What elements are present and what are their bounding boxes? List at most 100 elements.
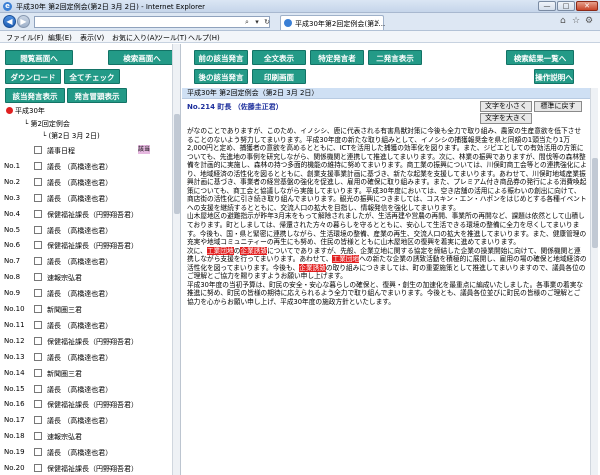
document-scrollbar[interactable] xyxy=(590,88,598,475)
manual-button[interactable]: 操作説明へ xyxy=(534,69,574,84)
speaker-name-link[interactable]: 議長 （高橋達也君） xyxy=(47,416,112,426)
speech-list-item[interactable]: No.9 議長 （高橋達也君） xyxy=(0,287,180,299)
speech-list-item[interactable]: No.3 議長 （高橋達也君） xyxy=(0,192,180,204)
speaker-name-link[interactable]: 保健福祉課長（円野翔吾君） xyxy=(47,400,138,410)
left-scroll-thumb[interactable] xyxy=(174,114,180,214)
speech-list-item[interactable]: No.17 議長 （高橋達也君） xyxy=(0,414,180,426)
speech-checkbox[interactable] xyxy=(34,384,42,393)
search-screen-button[interactable]: 検索画面へ xyxy=(108,50,176,65)
menu-help[interactable]: ヘルプ(H) xyxy=(188,33,220,43)
document-scroll-thumb[interactable] xyxy=(592,158,598,248)
text-standard-button[interactable]: 標準に戻す xyxy=(534,101,582,112)
speech-list-item[interactable]: No.11 議長 （高橋達也君） xyxy=(0,319,180,331)
minimize-button[interactable]: — xyxy=(538,1,556,11)
speaker-name-link[interactable]: 議長 （高橋達也君） xyxy=(47,178,112,188)
browser-tab[interactable]: 平成30年第2回定例会(第2... × xyxy=(280,15,385,30)
speech-list-item[interactable]: No.8 速報宗弘君 xyxy=(0,271,180,283)
print-screen-button[interactable]: 印刷画面 xyxy=(252,69,306,84)
search-results-list-button[interactable]: 検索結果一覧へ xyxy=(506,50,574,65)
speaker-name-link[interactable]: 新聞圏三君 xyxy=(47,305,82,315)
left-scrollbar[interactable] xyxy=(172,44,180,475)
menu-tools[interactable]: ツール(T) xyxy=(156,33,187,43)
text-smaller-button[interactable]: 文字を小さく xyxy=(480,101,532,112)
speech-checkbox[interactable] xyxy=(34,161,42,170)
tree-day-node[interactable]: └ (第2日 3月 2日) xyxy=(42,131,100,141)
speech-list-item[interactable]: No.19 議長 （高橋達也君） xyxy=(0,446,180,458)
tree-year-node[interactable]: 平成30年 xyxy=(6,106,45,116)
forward-button[interactable]: ▶ xyxy=(17,15,30,28)
show-speech-head-button[interactable]: 発言冒頭表示 xyxy=(67,88,127,103)
speaker-name-link[interactable]: 保健福祉課長（円野翔吾君） xyxy=(47,464,138,474)
favorites-star-icon[interactable]: ☆ xyxy=(572,16,580,26)
search-icon[interactable]: ⌕ xyxy=(242,17,252,27)
speaker-name-link[interactable]: 議長 （高橋達也君） xyxy=(47,257,112,267)
speech-checkbox[interactable] xyxy=(34,464,42,472)
speaker-name-link[interactable]: 議長 （高橋達也君） xyxy=(47,226,112,236)
speech-list-item[interactable]: No.2 議長 （高橋達也君） xyxy=(0,176,180,188)
speaker-name-link[interactable]: 議長 （高橋達也君） xyxy=(47,353,112,363)
speaker-name-link[interactable]: 保健福祉課長（円野翔吾君） xyxy=(47,210,138,220)
maximize-button[interactable]: □ xyxy=(557,1,575,11)
speech-checkbox[interactable] xyxy=(34,305,42,313)
speaker-name-link[interactable]: 速報宗弘君 xyxy=(47,432,82,442)
speech-checkbox[interactable] xyxy=(34,448,42,457)
prev-speech-button[interactable]: 前の該当発言 xyxy=(194,50,248,65)
back-button[interactable]: ◀ xyxy=(3,15,16,28)
speech-list-item[interactable]: No.18 速報宗弘君 xyxy=(0,430,180,442)
speech-checkbox[interactable] xyxy=(34,320,42,329)
speech-checkbox[interactable] xyxy=(34,416,42,425)
speech-checkbox[interactable] xyxy=(34,257,42,266)
speaker-name-link[interactable]: 保健福祉課長（円野翔吾君） xyxy=(47,241,138,251)
speech-list-item[interactable]: No.10 新聞圏三君 xyxy=(0,303,180,315)
speech-list-item[interactable]: No.5 議長 （高橋達也君） xyxy=(0,224,180,236)
speaker-name-link[interactable]: 議長 （高橋達也君） xyxy=(47,162,112,172)
speech-checkbox[interactable] xyxy=(34,400,42,409)
speech-list-item[interactable]: No.12 保健福祉課長（円野翔吾君） xyxy=(0,335,180,347)
speech-list-item[interactable]: No.16 保健福祉課長（円野翔吾君） xyxy=(0,398,180,410)
tree-session-node[interactable]: └ 第2回定例会 xyxy=(24,119,70,129)
speech-list-item[interactable]: No.14 新聞圏三君 xyxy=(0,367,180,379)
speech-list-item[interactable]: No.15 議長 （高橋達也君） xyxy=(0,383,180,395)
tab-close-icon[interactable]: × xyxy=(374,18,380,26)
speech-checkbox[interactable] xyxy=(34,432,42,441)
speaker-name-link[interactable]: 議事日程 xyxy=(47,146,75,156)
menu-favorites[interactable]: お気に入り(A) xyxy=(112,33,157,43)
home-icon[interactable]: ⌂ xyxy=(560,16,566,26)
speech-checkbox[interactable] xyxy=(34,225,42,234)
speech-list-item[interactable]: No.4 保健福祉課長（円野翔吾君） xyxy=(0,208,180,220)
url-input[interactable] xyxy=(34,16,270,28)
speaker-name-link[interactable]: 速報宗弘君 xyxy=(47,273,82,283)
speech-list-item[interactable]: No.13 議長 （高橋達也君） xyxy=(0,351,180,363)
speech-list-item[interactable]: No.6 保健福祉課長（円野翔吾君） xyxy=(0,239,180,251)
two-speech-button[interactable]: 二発言表示 xyxy=(368,50,422,65)
full-text-button[interactable]: 全文表示 xyxy=(252,50,306,65)
browse-screen-button[interactable]: 閲覧画面へ xyxy=(5,50,73,65)
speech-checkbox[interactable] xyxy=(34,209,42,218)
speech-checkbox[interactable] xyxy=(34,273,42,282)
specific-speaker-button[interactable]: 特定発言者 xyxy=(310,50,364,65)
gear-icon[interactable]: ⚙ xyxy=(585,16,593,26)
speaker-name-link[interactable]: 議長 （高橋達也君） xyxy=(47,194,112,204)
speech-list-item[interactable]: No.1 議長 （高橋達也君） xyxy=(0,160,180,172)
menu-file[interactable]: ファイル(F) xyxy=(6,33,44,43)
speech-checkbox[interactable] xyxy=(34,193,42,202)
close-window-button[interactable]: ✕ xyxy=(576,1,598,11)
speaker-name-link[interactable]: 議長 （高橋達也君） xyxy=(47,289,112,299)
speaker-name-link[interactable]: 議長 （高橋達也君） xyxy=(47,321,112,331)
speech-checkbox[interactable] xyxy=(34,241,42,250)
speech-list-item[interactable]: 議事日程 該当 xyxy=(0,144,180,156)
url-dropdown-icon[interactable]: ▾ xyxy=(252,17,262,27)
speech-list-item[interactable]: No.20 保健福祉課長（円野翔吾君） xyxy=(0,462,180,474)
speech-checkbox[interactable] xyxy=(34,177,42,186)
menu-edit[interactable]: 編集(E) xyxy=(48,33,72,43)
speaker-name-link[interactable]: 議長 （高橋達也君） xyxy=(47,385,112,395)
speaker-name-link[interactable]: 新聞圏三君 xyxy=(47,369,82,379)
speech-checkbox[interactable] xyxy=(34,352,42,361)
speech-checkbox[interactable] xyxy=(34,368,42,377)
speech-list-item[interactable]: No.7 議長 （高橋達也君） xyxy=(0,255,180,267)
download-button[interactable]: ダウンロード xyxy=(5,69,61,84)
speaker-name-link[interactable]: 保健福祉課長（円野翔吾君） xyxy=(47,337,138,347)
refresh-icon[interactable]: ↻ xyxy=(262,17,272,27)
speech-checkbox[interactable] xyxy=(34,146,42,154)
next-speech-button[interactable]: 後の該当発言 xyxy=(194,69,248,84)
